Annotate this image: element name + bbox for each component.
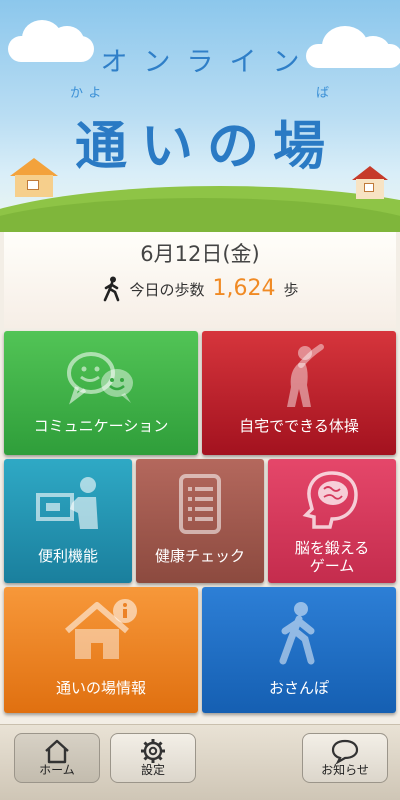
delivery-person-icon [36,477,98,529]
app-subtitle: オンライン [100,47,316,78]
steps-row: 今日の歩数 1,624 歩 [4,276,396,302]
health-check-tile[interactable]: 健康チェック [136,459,264,583]
walking-person-icon [104,276,120,302]
brain-games-label-line2: ゲーム [309,557,355,575]
house-decoration-left [10,158,58,198]
walking-person-icon [279,602,315,665]
title-ruby-right: ば [316,86,330,101]
venue-info-label: 通いの場情報 [55,679,146,697]
checklist-document-icon [179,474,221,534]
walk-label: おさんぽ [268,679,329,697]
nav-home-label: ホーム [39,763,75,777]
convenient-functions-tile[interactable]: 便利機能 [4,459,132,583]
home-exercise-tile[interactable]: 自宅でできる体操 [202,331,396,455]
health-check-label: 健康チェック [154,547,245,565]
walk-tile[interactable]: おさんぽ [202,587,396,713]
brain-head-icon [302,471,358,529]
steps-label: 今日の歩数 [129,281,205,299]
stretching-person-icon [287,344,324,407]
steps-unit: 歩 [283,281,299,299]
date-steps-panel: 6月12日(金) 今日の歩数 1,624 歩 [4,232,396,328]
steps-count: 1,624 [212,276,276,301]
nav-home-button[interactable]: ホーム [14,733,100,783]
convenient-functions-label: 便利機能 [37,547,98,565]
nav-settings-label: 設定 [140,763,165,777]
today-date: 6月12日(金) [140,242,260,266]
app-header: オンライン かよ ば 通いの場 [0,0,400,232]
brain-games-tile[interactable]: 脳を鍛える ゲーム [268,459,396,583]
nav-settings-button[interactable]: 設定 [110,733,196,783]
nav-notice-button[interactable]: お知らせ [302,733,388,783]
title-ruby-left: かよ [70,86,108,101]
house-info-icon [65,599,137,659]
venue-info-tile[interactable]: 通いの場情報 [4,587,198,713]
chat-bubbles-icon [67,352,133,405]
app-title: 通いの場 [74,117,339,177]
bottom-nav-bar: ホーム 設定 お知らせ [0,724,400,800]
house-decoration-right [352,166,388,200]
communication-label: コミュニケーション [33,417,169,435]
home-exercise-label: 自宅でできる体操 [239,417,359,435]
communication-tile[interactable]: コミュニケーション [4,331,198,455]
nav-notice-label: お知らせ [321,763,369,777]
brain-games-label-line1: 脳を鍛える [294,539,370,557]
